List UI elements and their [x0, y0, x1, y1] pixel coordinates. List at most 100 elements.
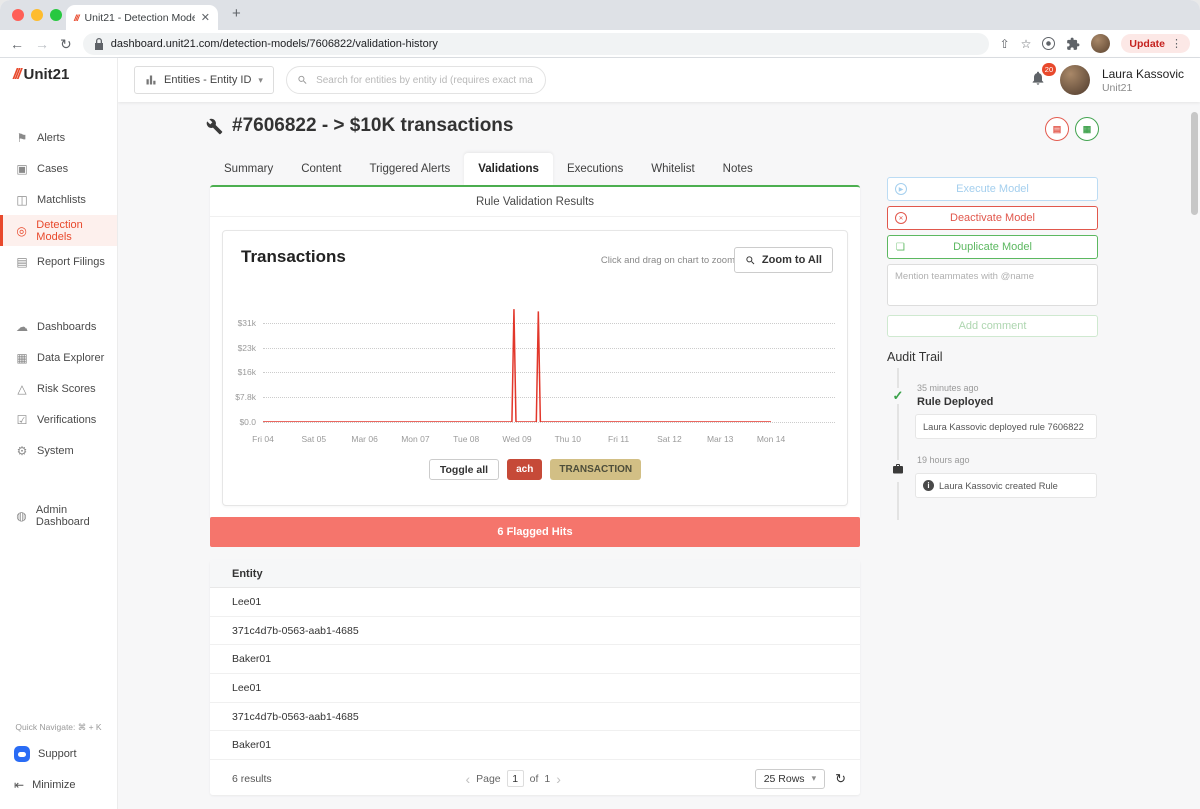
- transactions-chart-card: Transactions Click and drag on chart to …: [222, 230, 848, 506]
- table-body: Lee01 371c4d7b-0563-aab1-4685 Baker01 Lee01…: [210, 588, 860, 761]
- sidebar-item-dashboards[interactable]: ☁ Dashboards: [0, 311, 117, 342]
- card-title: Rule Validation Results: [210, 187, 860, 217]
- chart-series-area: [263, 306, 771, 422]
- sidebar-item-cases[interactable]: ▣ Cases: [0, 153, 117, 184]
- deactivate-model-button[interactable]: ✕ Deactivate Model: [887, 206, 1098, 230]
- tab-triggered-alerts[interactable]: Triggered Alerts: [355, 153, 464, 185]
- entity-type-dropdown[interactable]: Entities - Entity ID ▾: [134, 66, 274, 94]
- sidebar-item-risk-scores[interactable]: △ Risk Scores: [0, 373, 117, 404]
- duplicate-model-button[interactable]: ❏ Duplicate Model: [887, 235, 1098, 259]
- entity-searchbox[interactable]: [285, 66, 546, 94]
- refresh-table-icon[interactable]: ↻: [835, 771, 846, 787]
- audit-event-card[interactable]: Laura Kassovic created Rule: [915, 473, 1097, 498]
- zoom-window-button[interactable]: [50, 9, 62, 21]
- table-row[interactable]: 371c4d7b-0563-aab1-4685: [210, 703, 860, 732]
- tab-validations[interactable]: Validations: [464, 153, 553, 185]
- audit-event-card[interactable]: Laura Kassovic deployed rule 7606822: [915, 414, 1097, 439]
- comment-box: [887, 264, 1098, 306]
- x-tick-label: Wed 09: [502, 434, 532, 444]
- extensions-icon[interactable]: [1066, 37, 1080, 51]
- x-tick-label: Tue 08: [453, 434, 480, 444]
- y-tick-label: $0.0: [239, 417, 256, 427]
- minimize-window-button[interactable]: [31, 9, 43, 21]
- next-page-icon[interactable]: ›: [556, 772, 561, 786]
- unit21-logo[interactable]: /// Unit21: [13, 66, 69, 83]
- execute-model-button[interactable]: ▶ Execute Model: [887, 177, 1098, 201]
- tab-close-icon[interactable]: ✕: [201, 11, 210, 24]
- target-icon: ◎: [16, 223, 27, 238]
- flagged-hits-banner: 6 Flagged Hits: [210, 517, 860, 547]
- sidebar-item-alerts[interactable]: ⚑ Alerts: [0, 122, 117, 153]
- chart-title: Transactions: [241, 247, 346, 266]
- legend-item-transaction[interactable]: TRANSACTION: [550, 459, 642, 480]
- sidebar-item-data-explorer[interactable]: ▦ Data Explorer: [0, 342, 117, 373]
- rows-per-page-select[interactable]: 25 Rows ▾: [754, 768, 826, 789]
- tab-summary[interactable]: Summary: [210, 153, 287, 185]
- table-row[interactable]: 371c4d7b-0563-aab1-4685: [210, 617, 860, 646]
- support-button[interactable]: Support: [14, 746, 77, 762]
- forward-icon[interactable]: →: [35, 37, 49, 51]
- sidebar-item-label: Report Filings: [37, 255, 105, 268]
- chevron-down-icon: ▾: [258, 74, 263, 85]
- sidebar-item-system[interactable]: ⚙ System: [0, 435, 117, 466]
- table-row[interactable]: Lee01: [210, 588, 860, 617]
- tab-content[interactable]: Content: [287, 153, 355, 185]
- tab-whitelist[interactable]: Whitelist: [637, 153, 708, 185]
- wrench-icon: [206, 118, 223, 134]
- sidebar-item-label: Alerts: [37, 131, 66, 144]
- zoom-to-all-button[interactable]: Zoom to All: [733, 247, 833, 273]
- page-scrollbar[interactable]: [1191, 112, 1198, 215]
- tab-executions[interactable]: Executions: [553, 153, 637, 185]
- minimize-sidebar-button[interactable]: ⇤ Minimize: [14, 778, 75, 792]
- current-page-input[interactable]: 1: [506, 770, 524, 787]
- reload-icon[interactable]: ↻: [60, 37, 72, 51]
- sidebar-item-admin-dashboard[interactable]: ◍ Admin Dashboard: [0, 500, 117, 531]
- back-icon[interactable]: ←: [10, 37, 24, 51]
- sidebar-item-label: Admin Dashboard: [35, 503, 90, 528]
- update-button[interactable]: Update ⋮: [1121, 34, 1190, 53]
- browser-tab[interactable]: /// Unit21 - Detection Model ✕: [66, 5, 218, 30]
- tab-title: Unit21 - Detection Model: [84, 11, 195, 24]
- export-sheet-button[interactable]: ▦: [1075, 117, 1099, 141]
- sidebar-item-detection-models[interactable]: ◎ Detection Models: [0, 215, 117, 246]
- sidebar-group: ◍ Admin Dashboard: [0, 500, 117, 531]
- sidebar-item-verifications[interactable]: ☑ Verifications: [0, 404, 117, 435]
- export-pdf-button[interactable]: ▤: [1045, 117, 1069, 141]
- user-info: Laura Kassovic Unit21: [1102, 67, 1184, 94]
- account-icon[interactable]: [1042, 37, 1056, 50]
- people-icon: ◫: [16, 192, 28, 207]
- add-comment-button[interactable]: Add comment: [887, 315, 1098, 337]
- user-avatar[interactable]: [1059, 65, 1090, 95]
- globe-icon: ◍: [16, 508, 27, 523]
- address-bar[interactable]: dashboard.unit21.com/detection-models/76…: [82, 32, 989, 55]
- share-icon[interactable]: ⇧: [1000, 37, 1010, 51]
- gridline: [263, 422, 835, 423]
- table-row[interactable]: Baker01: [210, 645, 860, 675]
- gear-icon: ⚙: [16, 443, 28, 458]
- legend-item-ach[interactable]: ach: [507, 459, 543, 480]
- bookmark-star-icon[interactable]: ☆: [1021, 37, 1032, 51]
- sidebar-item-report-filings[interactable]: ▤ Report Filings: [0, 246, 117, 277]
- briefcase-icon: [890, 460, 906, 482]
- table-icon: ▦: [16, 350, 28, 365]
- notifications-button[interactable]: 20: [1030, 62, 1056, 91]
- sidebar-item-matchlists[interactable]: ◫ Matchlists: [0, 184, 117, 215]
- sidebar-item-label: Data Explorer: [37, 351, 105, 364]
- browser-menu-icon[interactable]: ⋮: [1171, 37, 1182, 50]
- chart-plot-area[interactable]: [263, 306, 835, 423]
- table-row[interactable]: Lee01: [210, 674, 860, 703]
- tab-notes[interactable]: Notes: [709, 153, 767, 185]
- new-tab-button[interactable]: +: [232, 5, 241, 22]
- comment-input[interactable]: [888, 265, 1097, 305]
- toggle-all-button[interactable]: Toggle all: [428, 459, 500, 480]
- app-root: /// Unit21 ⚑ Alerts ▣ Cases ◫ Matchlists ◎ Dete…: [0, 58, 1200, 809]
- info-icon: [923, 480, 934, 491]
- table-row[interactable]: Baker01: [210, 731, 860, 761]
- browser-profile-avatar[interactable]: [1091, 34, 1111, 53]
- entity-search-input[interactable]: [314, 73, 535, 87]
- close-window-button[interactable]: [12, 9, 24, 21]
- magnifier-icon: [746, 255, 755, 264]
- sidebar-nav: ⚑ Alerts ▣ Cases ◫ Matchlists ◎ Detection Model…: [0, 122, 117, 565]
- sidebar-item-label: Cases: [37, 162, 69, 175]
- previous-page-icon[interactable]: ‹: [465, 772, 470, 786]
